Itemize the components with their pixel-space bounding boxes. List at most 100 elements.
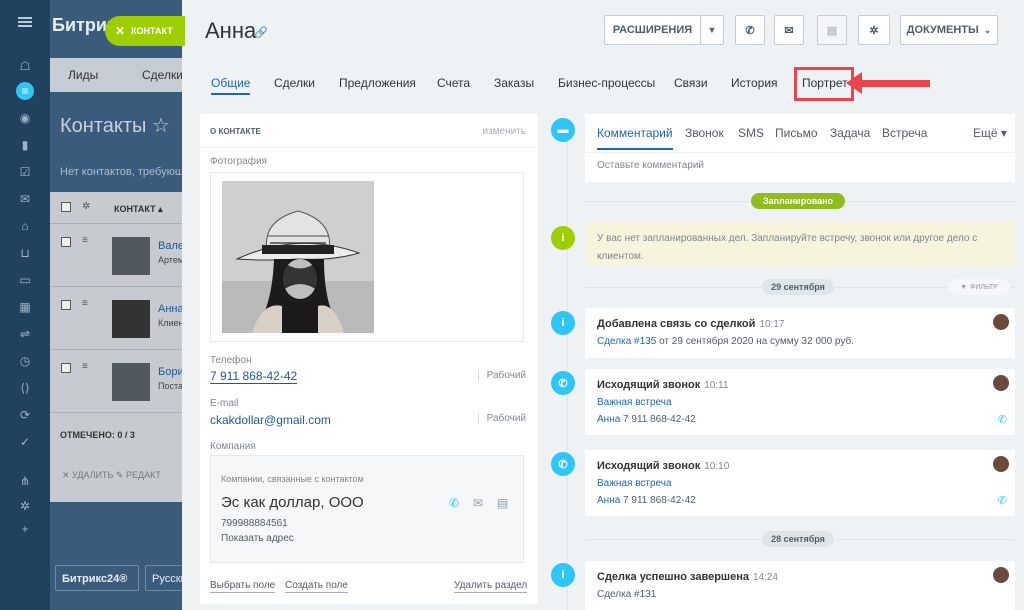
select-field-link[interactable]: Выбрать поле (210, 580, 276, 593)
tab-history[interactable]: История (731, 76, 778, 90)
calendar-icon[interactable]: ▭ (16, 271, 34, 289)
call-button[interactable]: ✆ (735, 15, 765, 45)
contact-link[interactable]: Анна (597, 495, 620, 506)
settings-button[interactable]: ✲ (858, 15, 890, 45)
phone-icon[interactable]: ✆ (998, 413, 1007, 426)
store-icon[interactable]: ⌂ (16, 217, 34, 235)
contact-name[interactable]: Анна (158, 303, 182, 315)
avatar[interactable] (993, 375, 1009, 391)
photo-frame (210, 172, 524, 342)
table-row[interactable]: ≡ Валентина Артем (50, 225, 182, 287)
event-subject[interactable]: Важная встреча (597, 478, 672, 489)
date-badge: 28 сентября (762, 531, 834, 547)
contact-link[interactable]: Анна (597, 414, 620, 425)
extensions-dropdown[interactable]: ▼ (700, 15, 724, 45)
filter-icon[interactable]: ≡ (16, 82, 34, 100)
extensions-button[interactable]: РАСШИРЕНИЯ (604, 15, 701, 45)
mail-icon[interactable]: ✉ (16, 190, 34, 208)
apps-icon[interactable]: ▦ (16, 298, 34, 316)
nav-leads[interactable]: Лиды (68, 68, 98, 82)
event-time: 14:24 (752, 572, 778, 583)
tab-meeting[interactable]: Встреча (882, 126, 927, 140)
code-icon[interactable]: ⟨⟩ (16, 379, 34, 397)
tab-task[interactable]: Задача (830, 126, 870, 140)
settings-sliders-icon[interactable]: ⇌ (16, 325, 34, 343)
phone-icon[interactable]: ✆ (449, 496, 459, 510)
avatar[interactable] (993, 456, 1009, 472)
mail-icon: ✉ (784, 24, 794, 37)
money-icon[interactable]: ◉ (16, 109, 34, 127)
drag-handle-icon[interactable]: ≡ (82, 298, 88, 309)
filter-button[interactable]: ▼ ФИЛЬТР (948, 279, 1010, 295)
sync-icon[interactable]: ⟳ (16, 406, 34, 424)
contact-photo[interactable] (222, 181, 374, 333)
chat-icon[interactable]: ▤ (497, 496, 508, 510)
tab-business-processes[interactable]: Бизнес-процессы (558, 76, 655, 90)
tasks-icon[interactable]: ☑ (16, 163, 34, 181)
create-field-link[interactable]: Создать поле (285, 580, 348, 593)
grid-actions[interactable]: ✕ УДАЛИТЬ ✎ РЕДАКТ (62, 470, 161, 481)
table-row[interactable]: ≡ Анна Клиент (50, 288, 182, 350)
chart-icon[interactable]: ▮ (16, 136, 34, 154)
email-value[interactable]: ckakdollar@gmail.com (210, 413, 331, 427)
check-icon[interactable]: ✓ (16, 433, 34, 451)
bitrix-logo-button[interactable]: Битрикс24® (55, 565, 139, 591)
gear-icon[interactable]: ✲ (16, 497, 34, 515)
documents-button[interactable]: ДОКУМЕНТЫ ⌄ (900, 15, 998, 45)
table-row[interactable]: ≡ Борис Поставщик (50, 351, 182, 413)
left-sidebar: ☖ ≡ ◉ ▮ ☑ ✉ ⌂ ⊔ ▭ ▦ ⇌ ◷ ⟨⟩ ⟳ ✓ ⋔ ✲ + (0, 0, 50, 610)
menu-icon[interactable] (18, 17, 32, 27)
tab-invoices[interactable]: Счета (437, 76, 470, 90)
avatar[interactable] (993, 314, 1009, 330)
comment-input[interactable]: Оставьте комментарий (597, 160, 704, 171)
tab-email[interactable]: Письмо (775, 126, 818, 140)
company-label: Компания (210, 441, 256, 452)
robot-icon[interactable]: ☖ (16, 57, 34, 75)
more-dropdown[interactable]: Ещё ▾ (973, 126, 1007, 140)
company-name[interactable]: Эс как доллар, ООО (221, 494, 364, 511)
phone-icon[interactable]: ✆ (998, 494, 1007, 507)
event-subject[interactable]: Важная встреча (597, 397, 672, 408)
link-icon[interactable]: 🔗 (254, 26, 268, 39)
close-icon[interactable]: ✕ (115, 24, 125, 38)
company-address[interactable]: Показать адрес (221, 533, 294, 544)
clock-icon[interactable]: ◷ (16, 352, 34, 370)
drag-handle-icon[interactable]: ≡ (82, 235, 88, 246)
gear-icon[interactable]: ✲ (82, 201, 90, 212)
language-button[interactable]: Русский (145, 565, 182, 591)
select-all-checkbox[interactable] (61, 202, 71, 212)
tab-orders[interactable]: Заказы (494, 76, 534, 90)
avatar (112, 237, 150, 275)
column-contact[interactable]: КОНТАКТ ▴ (114, 204, 163, 215)
tab-deals[interactable]: Сделки (274, 76, 315, 90)
tab-general[interactable]: Общие (211, 76, 251, 95)
cart-icon[interactable]: ⊔ (16, 244, 34, 262)
email-button[interactable]: ✉ (774, 15, 804, 45)
tab-call[interactable]: Звонок (685, 126, 724, 140)
chat-button[interactable]: ▤ (817, 15, 847, 45)
structure-icon[interactable]: ⋔ (16, 472, 34, 490)
mail-icon[interactable]: ✉ (473, 496, 483, 510)
tab-links[interactable]: Связи (674, 76, 708, 90)
drag-handle-icon[interactable]: ≡ (82, 361, 88, 372)
row-checkbox[interactable] (61, 300, 71, 310)
avatar[interactable] (993, 567, 1009, 583)
contact-name[interactable]: Валентина (158, 240, 182, 252)
plus-icon[interactable]: + (16, 520, 34, 538)
row-checkbox[interactable] (61, 363, 71, 373)
card-title: О КОНТАКТЕ (210, 127, 261, 136)
nav-deals[interactable]: Сделки (142, 68, 182, 82)
tab-comment[interactable]: Комментарий (597, 126, 673, 150)
phone-value[interactable]: 7 911 868-42-42 (210, 370, 298, 384)
row-checkbox[interactable] (61, 237, 71, 247)
delete-section-link[interactable]: Удалить раздел (454, 580, 528, 593)
chevron-down-icon: ⌄ (983, 24, 992, 35)
tab-quotes[interactable]: Предложения (339, 76, 416, 90)
documents-label: ДОКУМЕНТЫ (906, 24, 979, 36)
deal-link[interactable]: Сделка #135 (597, 336, 656, 347)
tab-sms[interactable]: SMS (738, 126, 764, 140)
contact-name[interactable]: Борис (158, 366, 182, 378)
edit-link[interactable]: изменить (482, 126, 526, 137)
contact-close-badge[interactable]: ✕ КОНТАКТ (105, 16, 185, 46)
event-title: Исходящий звонок 10:10 (597, 460, 730, 472)
